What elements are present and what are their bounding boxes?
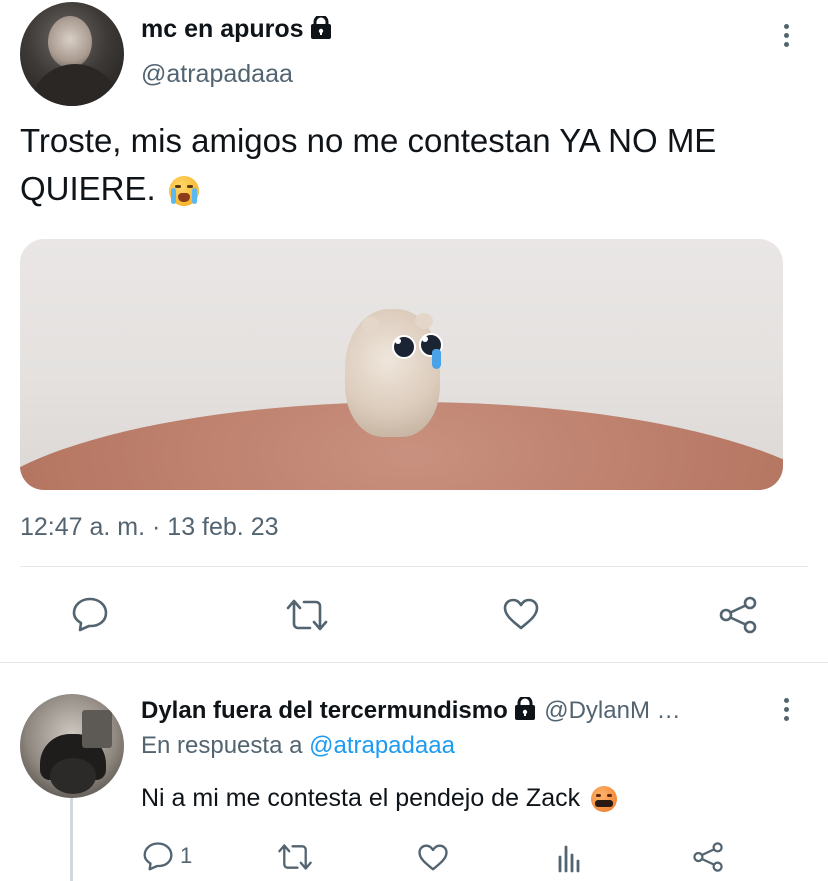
reply-text: Ni a mi me contesta el pendejo de Zack <box>141 784 618 813</box>
reply-header[interactable]: Dylan fuera del tercermundismo @DylanM … <box>141 695 681 726</box>
divider <box>20 566 808 567</box>
reply-author-name[interactable]: Dylan fuera del tercermundismo <box>141 697 508 724</box>
tweet-text: Troste, mis amigos no me contestan YA NO… <box>20 122 717 207</box>
reply-button[interactable] <box>71 596 109 632</box>
author-avatar[interactable] <box>20 2 124 106</box>
more-options-icon[interactable] <box>781 698 791 721</box>
author-name[interactable]: mc en apuros <box>141 14 332 47</box>
reply-author-handle[interactable]: @DylanM … <box>544 697 680 724</box>
analytics-icon <box>558 845 580 873</box>
share-icon <box>693 842 723 872</box>
face-with-symbols-on-mouth-emoji <box>591 786 618 812</box>
retweet-icon <box>278 844 312 870</box>
retweet-button[interactable] <box>284 598 330 632</box>
like-button[interactable] <box>502 597 540 631</box>
heart-icon <box>418 844 448 871</box>
more-options-icon[interactable] <box>781 24 791 47</box>
retweet-icon <box>286 599 328 631</box>
heart-icon <box>503 598 539 630</box>
reply-author-avatar[interactable] <box>20 694 124 798</box>
loudly-crying-face-emoji <box>168 176 199 206</box>
reply-like-button[interactable] <box>417 843 449 872</box>
reply-icon <box>72 597 108 632</box>
reply-icon <box>143 842 173 871</box>
tweet-image[interactable] <box>20 239 783 490</box>
share-icon <box>719 596 757 634</box>
reply-share-button[interactable] <box>692 841 724 873</box>
section-divider <box>0 662 828 663</box>
replying-to-link[interactable]: @atrapadaaa <box>309 732 455 759</box>
share-button[interactable] <box>718 596 758 634</box>
replying-to: En respuesta a @atrapadaaa <box>141 732 455 759</box>
reply-retweet-button[interactable] <box>276 843 314 871</box>
lock-icon <box>514 695 536 726</box>
lock-icon <box>310 14 332 47</box>
tweet-timestamp[interactable]: 12:47 a. m. · 13 feb. 23 <box>20 513 279 542</box>
author-handle[interactable]: @atrapadaaa <box>141 60 293 89</box>
reply-reply-button[interactable]: 1 <box>142 841 192 871</box>
reply-count: 1 <box>180 843 193 868</box>
thread-line <box>70 798 73 881</box>
reply-views-button[interactable] <box>556 843 584 873</box>
